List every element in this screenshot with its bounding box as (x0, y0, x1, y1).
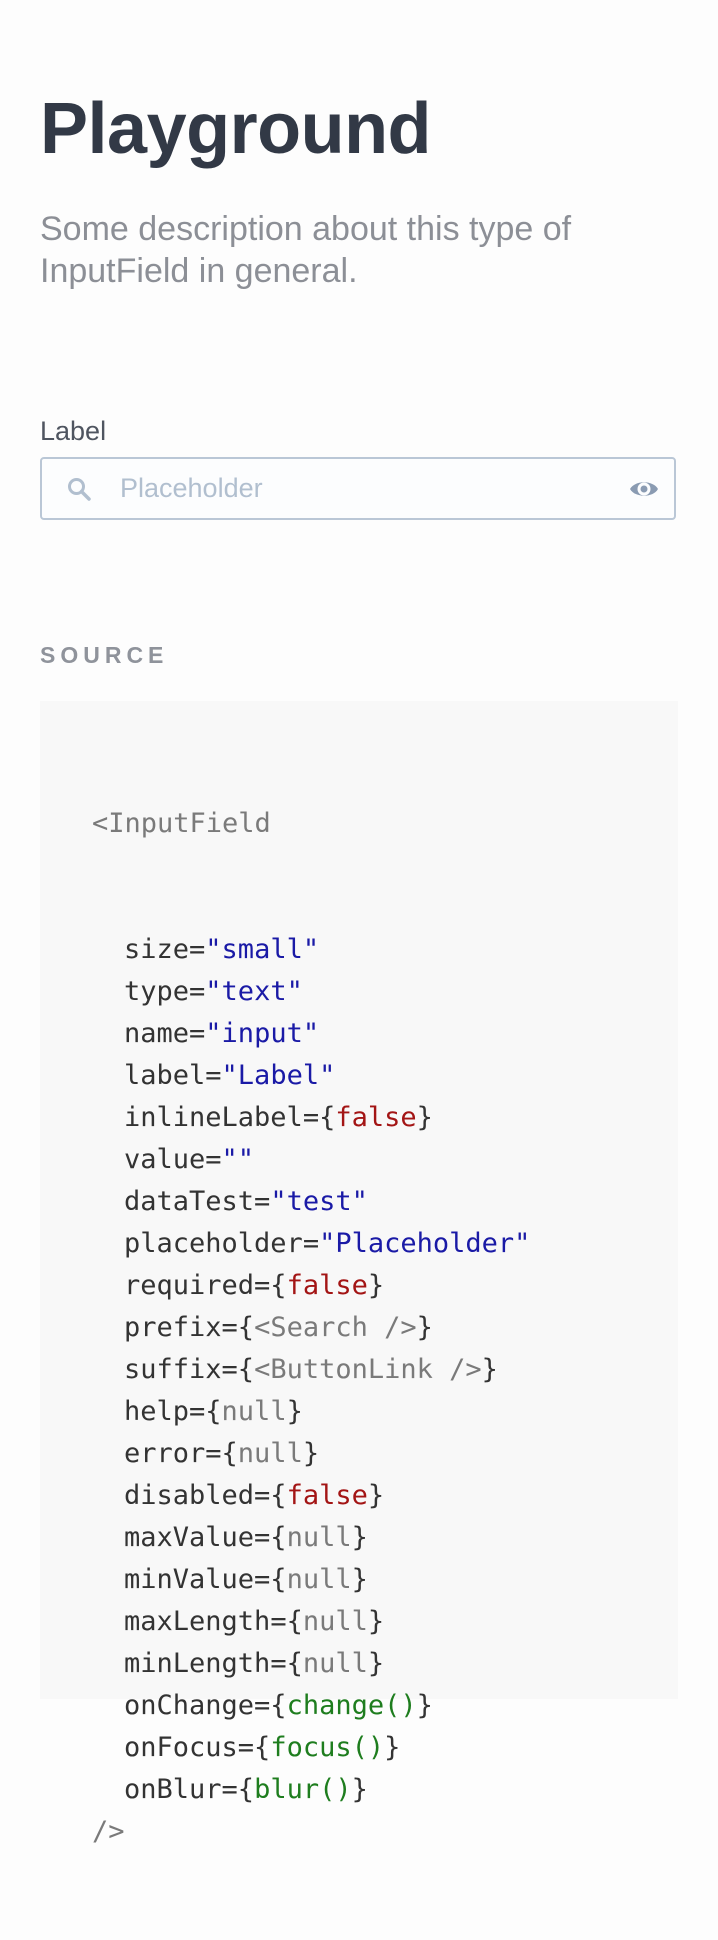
code-prop-line: inlineLabel={false} (124, 1102, 433, 1133)
code-prop-name: size (124, 934, 190, 965)
code-prop-value: <Search /> (254, 1312, 417, 1343)
code-prop-line: onChange={change()} (124, 1690, 433, 1721)
code-prop-name: name (124, 1018, 190, 1049)
code-prop-value: null (221, 1396, 287, 1427)
code-prop-value: "small" (205, 934, 320, 965)
code-prop-name: onBlur (124, 1774, 222, 1805)
input-field[interactable] (40, 457, 676, 520)
code-prop-line: value="" (124, 1144, 255, 1175)
code-prop-line: dataTest="test" (124, 1186, 368, 1217)
code-prop-name: onChange (124, 1690, 255, 1721)
eye-icon[interactable] (628, 473, 660, 505)
code-prop-name: minValue (124, 1564, 255, 1595)
code-prop-line: minLength={null} (124, 1648, 385, 1679)
code-prop-value: change() (286, 1690, 417, 1721)
code-prop-line: maxValue={null} (124, 1522, 368, 1553)
code-prop-name: suffix (124, 1354, 222, 1385)
code-prop-line: required={false} (124, 1270, 385, 1301)
code-prop-name: value (124, 1144, 206, 1175)
text-input[interactable] (120, 465, 590, 512)
code-prop-name: help (124, 1396, 190, 1427)
code-prop-value: null (237, 1438, 303, 1469)
code-prop-value: false (286, 1270, 368, 1301)
code-prop-name: onFocus (124, 1732, 238, 1763)
code-prop-value: focus() (270, 1732, 385, 1763)
code-prop-value: blur() (254, 1774, 352, 1805)
code-prop-value: "text" (205, 976, 303, 1007)
code-prop-name: inlineLabel (124, 1102, 303, 1133)
code-prop-line: onFocus={focus()} (124, 1732, 401, 1763)
code-prop-name: error (124, 1438, 206, 1469)
code-prop-value: "input" (205, 1018, 320, 1049)
code-prop-line: label="Label" (124, 1060, 336, 1091)
code-prop-name: maxLength (124, 1606, 271, 1637)
code-prop-value: false (286, 1480, 368, 1511)
search-icon (66, 476, 92, 502)
code-prop-value: null (286, 1522, 352, 1553)
source-code-block: <InputField size="small" type="text" name=… (40, 701, 678, 1847)
code-prop-name: dataTest (124, 1186, 255, 1217)
code-prop-value: "Placeholder" (319, 1228, 531, 1259)
code-prop-line: placeholder="Placeholder" (124, 1228, 531, 1259)
code-prop-name: maxValue (124, 1522, 255, 1553)
code-prop-value: false (335, 1102, 417, 1133)
code-prop-value: null (302, 1606, 368, 1637)
source-section-title: SOURCE (40, 642, 169, 668)
code-prop-name: placeholder (124, 1228, 303, 1259)
code-prop-value: null (286, 1564, 352, 1595)
code-prop-value: <ButtonLink /> (254, 1354, 482, 1385)
code-prop-line: minValue={null} (124, 1564, 368, 1595)
code-prop-line: help={null} (124, 1396, 303, 1427)
code-prop-line: name="input" (124, 1018, 320, 1049)
code-prop-name: minLength (124, 1648, 271, 1679)
code-prop-value: "" (221, 1144, 255, 1175)
code-prop-line: error={null} (124, 1438, 320, 1469)
code-open-tag: <InputField (92, 808, 271, 839)
code-prop-line: suffix={<ButtonLink />} (124, 1354, 498, 1385)
code-prop-line: type="text" (124, 976, 303, 1007)
page-description: Some description about this type of Inpu… (40, 210, 572, 290)
code-prop-name: required (124, 1270, 255, 1301)
code-prop-line: size="small" (124, 934, 320, 965)
code-prop-value: null (302, 1648, 368, 1679)
code-prop-line: prefix={<Search />} (124, 1312, 433, 1343)
page-title: Playground (40, 89, 432, 169)
code-prop-name: prefix (124, 1312, 222, 1343)
code-prop-name: disabled (124, 1480, 255, 1511)
code-prop-value: "Label" (221, 1060, 336, 1091)
code-prop-line: disabled={false} (124, 1480, 385, 1511)
code-prop-value: "test" (270, 1186, 368, 1217)
code-close-tag: /> (92, 1816, 125, 1847)
code-prop-name: label (124, 1060, 206, 1091)
input-label: Label (40, 416, 107, 446)
code-prop-name: type (124, 976, 190, 1007)
code-prop-line: onBlur={blur()} (124, 1774, 368, 1805)
code-prop-line: maxLength={null} (124, 1606, 385, 1637)
